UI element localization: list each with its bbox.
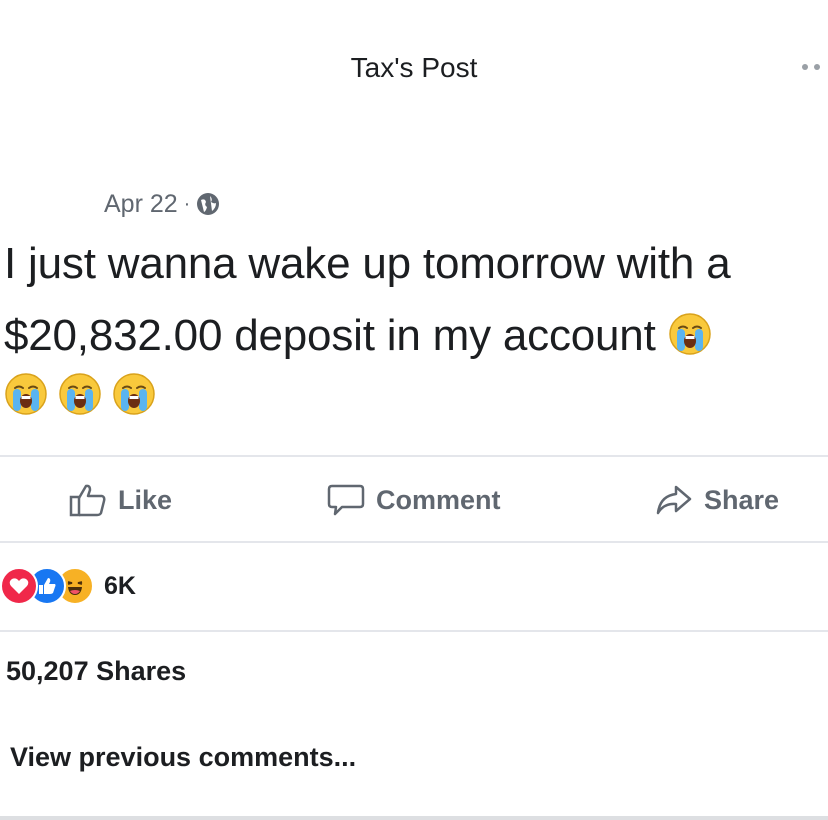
share-button[interactable]: Share xyxy=(654,478,779,522)
share-count[interactable]: 50,207 Shares xyxy=(6,656,186,687)
share-arrow-icon xyxy=(656,485,692,515)
post-text-line-2-wrapper: $20,832.00 deposit in my account xyxy=(4,300,824,372)
crying-face-icon xyxy=(112,372,156,416)
comment-label: Comment xyxy=(376,484,501,515)
thumbs-up-icon xyxy=(69,484,106,517)
divider xyxy=(0,630,828,632)
reaction-count: 6K xyxy=(104,571,136,600)
post-header: Tax's Post xyxy=(0,0,828,120)
share-label: Share xyxy=(704,484,780,515)
divider xyxy=(0,455,828,457)
emoji-row xyxy=(4,372,156,416)
crying-face-icon xyxy=(4,372,48,416)
bottom-border xyxy=(0,816,828,820)
like-label: Like xyxy=(118,484,173,515)
crying-face-icon xyxy=(668,312,712,356)
post-text-line-2: $20,832.00 deposit in my account xyxy=(4,311,656,360)
crying-face-icon xyxy=(58,372,102,416)
meta-separator: · xyxy=(183,192,191,215)
love-reaction-icon xyxy=(0,567,38,605)
post-text-line-1: I just wanna wake up tomorrow with a xyxy=(4,239,731,288)
view-previous-comments-link[interactable]: View previous comments... xyxy=(10,742,356,773)
like-button[interactable]: Like xyxy=(68,478,172,522)
action-bar: Like Comment Share xyxy=(0,458,828,542)
post-date[interactable]: Apr 22 xyxy=(104,190,178,219)
speech-bubble-icon xyxy=(327,484,365,516)
page-title: Tax's Post xyxy=(350,52,478,83)
post-body: I just wanna wake up tomorrow with a $20… xyxy=(4,228,824,372)
comment-button[interactable]: Comment xyxy=(326,478,501,522)
more-options-icon[interactable] xyxy=(800,58,824,72)
globe-icon xyxy=(196,192,220,216)
post-meta: Apr 22 · xyxy=(104,184,220,224)
divider xyxy=(0,541,828,543)
reactions-summary[interactable]: 6K xyxy=(0,562,136,610)
